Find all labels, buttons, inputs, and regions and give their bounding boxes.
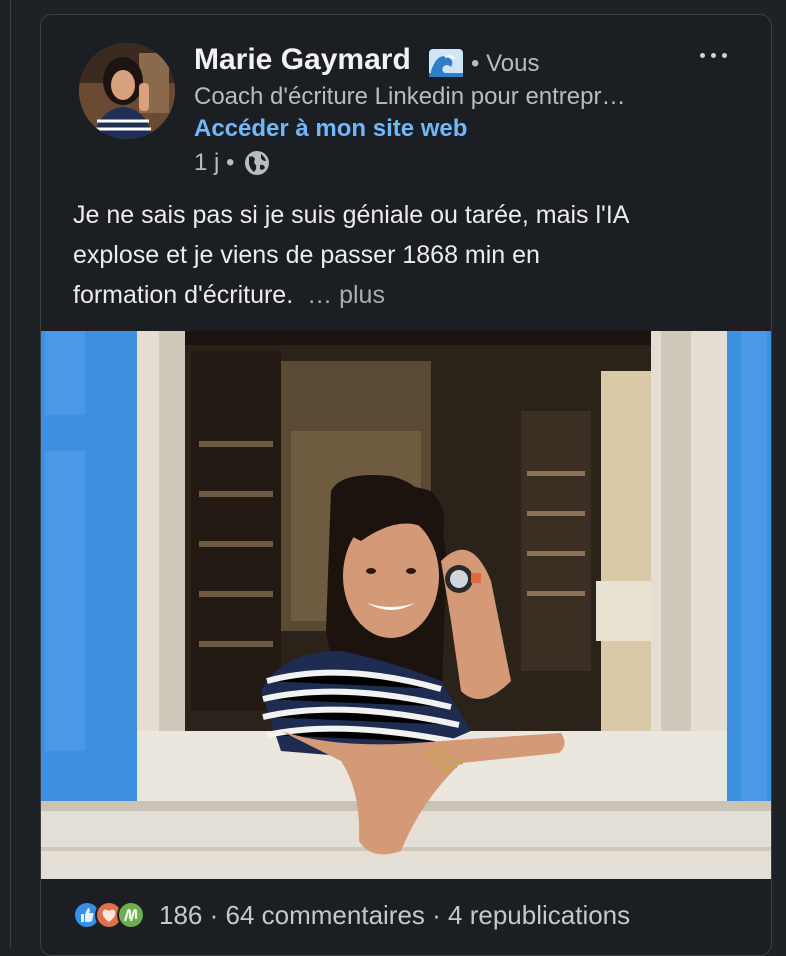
dot-icon [699, 52, 705, 58]
counts-text: 186 · 64 commentaires · 4 republications [159, 900, 630, 931]
globe-icon [245, 151, 269, 175]
connection-degree: • Vous [471, 50, 540, 77]
separator: · [202, 899, 226, 930]
reactions-count[interactable]: 186 [159, 900, 202, 930]
woman-at-window-photo [41, 331, 771, 879]
social-counts: 186 · 64 commentaires · 4 republications [73, 897, 630, 933]
feed-post-card: Marie Gaymard • Vous Coach d'écriture Li… [40, 14, 772, 956]
separator: · [424, 899, 449, 930]
post-image[interactable] [41, 331, 771, 879]
see-more-link[interactable]: … plus [307, 281, 385, 309]
post-text-line: formation d'écriture. … plus [73, 275, 733, 315]
previous-card-edge [0, 0, 11, 948]
celebrate-icon [117, 901, 145, 929]
post-text: Je ne sais pas si je suis géniale ou tar… [73, 195, 733, 315]
comments-count[interactable]: 64 commentaires [226, 900, 425, 930]
more-options-button[interactable] [691, 35, 735, 75]
post-text-line: Je ne sais pas si je suis géniale ou tar… [73, 201, 630, 229]
wave-emoji-icon [429, 49, 463, 77]
author-avatar[interactable] [79, 43, 175, 139]
author-headline: Coach d'écriture Linkedin pour entrepr… [194, 83, 626, 110]
dot-icon [721, 52, 727, 58]
website-link[interactable]: Accéder à mon site web [194, 115, 467, 143]
post-text-line-content: formation d'écriture. [73, 281, 294, 309]
avatar-photo [79, 43, 175, 139]
reposts-count[interactable]: 4 republications [448, 900, 630, 930]
author-name[interactable]: Marie Gaymard [194, 43, 411, 77]
post-time: 1 j • [194, 149, 235, 176]
post-text-line: explose et je viens de passer 1868 min e… [73, 241, 540, 269]
dot-icon [710, 52, 716, 58]
reaction-icons[interactable] [73, 901, 145, 929]
